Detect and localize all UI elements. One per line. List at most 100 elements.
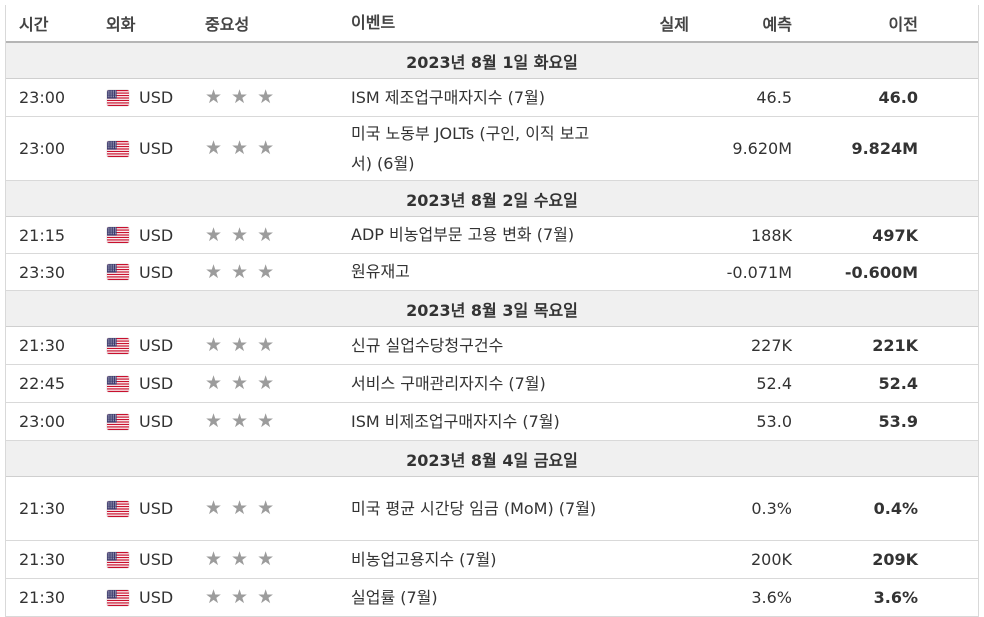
currency-cell: USD: [106, 139, 205, 158]
previous-value: 3.6%: [873, 588, 918, 607]
event-link[interactable]: 미국 노동부 JOLTs (구인, 이직 보고서) (6월): [339, 119, 601, 179]
star-icon: ★: [205, 260, 223, 283]
currency-code: USD: [139, 225, 174, 245]
table-row[interactable]: 21:15 USD ★ ★ ★ ADP 비농업부문 고용 변화 (7월) 188…: [6, 217, 978, 254]
currency-code: USD: [139, 374, 174, 393]
star-icon: ★: [205, 497, 223, 519]
star-icon: ★: [231, 497, 249, 519]
previous-value: 0.4%: [873, 499, 918, 518]
event-time: 21:30: [19, 336, 66, 355]
economic-calendar-table: 시간 외화 중요성 이벤트 실제 예측 이전 2023년 8월 1일 화요일 2…: [5, 5, 979, 617]
date-row: 2023년 8월 3일 목요일: [6, 291, 978, 327]
header-previous: 이전: [888, 15, 918, 34]
event-link[interactable]: ADP 비농업부문 고용 변화 (7월): [339, 220, 601, 250]
header-event: 이벤트: [351, 13, 396, 32]
table-row[interactable]: 23:00 USD ★ ★ ★ ISM 제조업구매자지수 (7월) 46.5 4…: [6, 79, 978, 117]
star-icon: ★: [205, 410, 223, 432]
star-icon: ★: [231, 137, 249, 159]
currency-code: USD: [139, 550, 174, 569]
table-row[interactable]: 21:30 USD ★ ★ ★ 비농업고용지수 (7월) 200K 209K: [6, 541, 978, 579]
forecast-value: 0.3%: [751, 499, 792, 518]
event-time: 23:00: [19, 139, 66, 158]
event-link[interactable]: 실업률 (7월): [339, 583, 601, 613]
star-icon: ★: [205, 548, 223, 570]
star-icon: ★: [257, 497, 275, 519]
event-link[interactable]: 서비스 구매관리자지수 (7월): [339, 369, 601, 399]
forecast-value: 227K: [750, 336, 792, 355]
previous-value: 497K: [872, 225, 918, 245]
star-icon: ★: [231, 548, 249, 570]
table-header: 시간 외화 중요성 이벤트 실제 예측 이전: [6, 5, 978, 43]
importance-stars: ★ ★ ★: [205, 336, 339, 355]
event-link[interactable]: 미국 평균 시간당 임금 (MoM) (7월): [339, 494, 601, 524]
table-row[interactable]: 21:30 USD ★ ★ ★ 신규 실업수당청구건수 227K 221K: [6, 327, 978, 365]
currency-cell: USD: [106, 550, 205, 569]
header-currency: 외화: [106, 15, 136, 34]
us-flag-icon: [107, 413, 129, 430]
previous-value: 53.9: [878, 412, 918, 431]
date-row: 2023년 8월 2일 수요일: [6, 181, 978, 217]
header-importance: 중요성: [205, 15, 250, 34]
previous-value: 9.824M: [851, 139, 918, 158]
previous-value: 209K: [872, 550, 918, 569]
event-time: 23:00: [19, 88, 66, 107]
table-row[interactable]: 21:30 USD ★ ★ ★ 실업률 (7월) 3.6% 3.6%: [6, 579, 978, 617]
currency-cell: USD: [106, 263, 205, 282]
currency-cell: USD: [106, 499, 205, 518]
event-link[interactable]: ISM 제조업구매자지수 (7월): [339, 83, 601, 113]
us-flag-icon: [107, 227, 129, 243]
star-icon: ★: [257, 334, 275, 356]
us-flag-icon: [107, 500, 129, 517]
event-time: 21:30: [19, 550, 66, 569]
importance-stars: ★ ★ ★: [205, 139, 339, 158]
event-time: 21:15: [19, 225, 66, 245]
event-link[interactable]: 원유재고: [339, 257, 601, 287]
forecast-value: 46.5: [756, 88, 792, 107]
forecast-value: 200K: [750, 550, 792, 569]
star-icon: ★: [231, 260, 249, 283]
currency-code: USD: [139, 88, 174, 107]
forecast-value: 3.6%: [751, 588, 792, 607]
importance-stars: ★ ★ ★: [205, 588, 339, 607]
forecast-value: 52.4: [756, 374, 792, 393]
table-row[interactable]: 21:30 USD ★ ★ ★ 미국 평균 시간당 임금 (MoM) (7월) …: [6, 477, 978, 541]
importance-stars: ★ ★ ★: [205, 223, 339, 246]
table-row[interactable]: 23:00 USD ★ ★ ★ 미국 노동부 JOLTs (구인, 이직 보고서…: [6, 117, 978, 181]
table-row[interactable]: 23:30 USD ★ ★ ★ 원유재고 -0.071M -0.600M: [6, 254, 978, 291]
date-row: 2023년 8월 4일 금요일: [6, 441, 978, 477]
event-link[interactable]: ISM 비제조업구매자지수 (7월): [339, 407, 601, 437]
forecast-value: -0.071M: [726, 262, 792, 282]
star-icon: ★: [231, 586, 249, 608]
event-time: 21:30: [19, 499, 66, 518]
us-flag-icon: [107, 264, 129, 280]
event-link[interactable]: 비농업고용지수 (7월): [339, 545, 601, 575]
currency-code: USD: [139, 412, 174, 431]
star-icon: ★: [257, 260, 275, 283]
header-actual: 실제: [659, 15, 689, 34]
event-time: 22:45: [19, 374, 66, 393]
previous-value: 52.4: [878, 374, 918, 393]
table-row[interactable]: 22:45 USD ★ ★ ★ 서비스 구매관리자지수 (7월) 52.4 52…: [6, 365, 978, 403]
importance-stars: ★ ★ ★: [205, 550, 339, 569]
previous-value: 46.0: [878, 88, 918, 107]
currency-cell: USD: [106, 588, 205, 607]
star-icon: ★: [231, 86, 249, 108]
us-flag-icon: [107, 337, 129, 354]
table-row[interactable]: 23:00 USD ★ ★ ★ ISM 비제조업구매자지수 (7월) 53.0 …: [6, 403, 978, 441]
star-icon: ★: [231, 372, 249, 394]
star-icon: ★: [231, 334, 249, 356]
star-icon: ★: [205, 223, 223, 246]
star-icon: ★: [205, 86, 223, 108]
forecast-value: 53.0: [756, 412, 792, 431]
currency-code: USD: [139, 262, 174, 282]
star-icon: ★: [257, 410, 275, 432]
currency-cell: USD: [106, 374, 205, 393]
us-flag-icon: [107, 89, 129, 106]
star-icon: ★: [231, 410, 249, 432]
currency-cell: USD: [106, 88, 205, 107]
date-row: 2023년 8월 1일 화요일: [6, 43, 978, 79]
currency-code: USD: [139, 336, 174, 355]
event-link[interactable]: 신규 실업수당청구건수: [339, 331, 601, 361]
importance-stars: ★ ★ ★: [205, 374, 339, 393]
importance-stars: ★ ★ ★: [205, 499, 339, 518]
